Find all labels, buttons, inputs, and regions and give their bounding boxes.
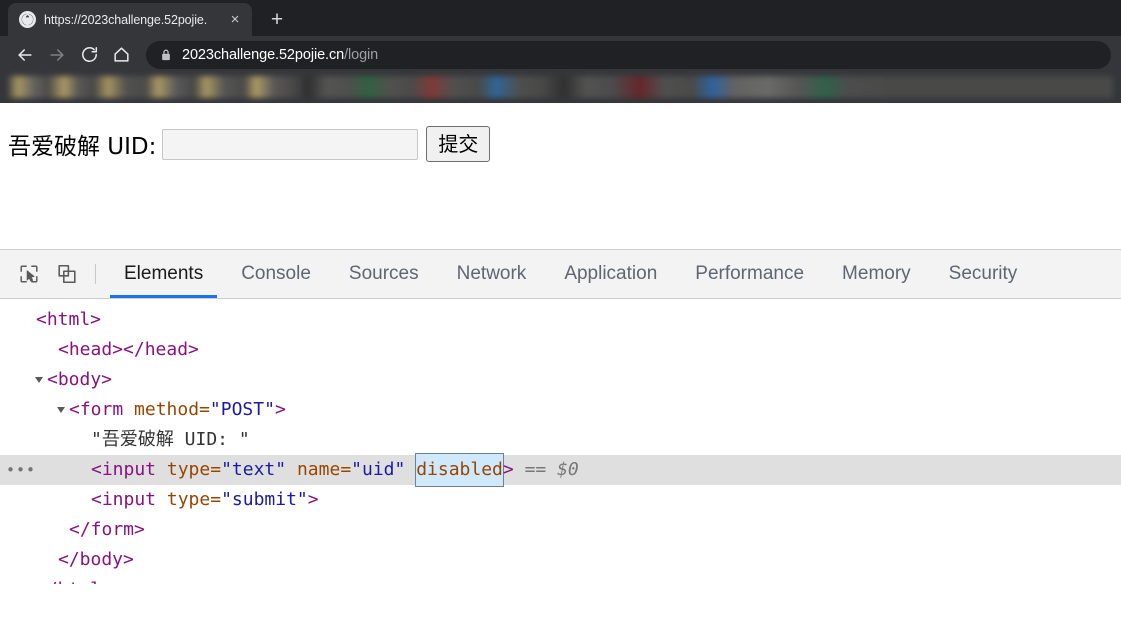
url-text: 2023challenge.52pojie.cn/login: [182, 47, 378, 63]
dom-attrval-type[interactable]: "text": [221, 455, 286, 485]
url-host: 2023challenge.52pojie.cn: [182, 46, 345, 63]
new-tab-button[interactable]: +: [262, 4, 292, 34]
bookmarks-bar[interactable]: [0, 73, 1121, 103]
dom-node-form-open[interactable]: <form method = "POST" >: [0, 395, 1121, 425]
dom-bracket-close: >: [307, 488, 319, 510]
globe-icon: [19, 11, 36, 28]
dom-attr-type[interactable]: type: [167, 455, 210, 485]
dom-bracket-close: >: [274, 398, 286, 420]
uid-form-label: 吾爱破解 UID:: [8, 134, 157, 160]
dom-attr-disabled-selected[interactable]: disabled: [415, 452, 504, 487]
dom-text-content: "吾爱破解 UID: ": [91, 428, 250, 450]
dom-tree[interactable]: <html> <head></head> <body> <form method…: [0, 298, 1121, 584]
dom-tag-input-text: <input: [91, 458, 157, 480]
page-viewport: 吾爱破解 UID: 提交: [0, 103, 1121, 250]
devtools-tabs: Elements Console Sources Network Applica…: [105, 250, 1036, 298]
dom-node-head[interactable]: <head></head>: [0, 335, 1121, 365]
chevron-down-icon[interactable]: [57, 406, 65, 413]
browser-toolbar: 2023challenge.52pojie.cn/login: [0, 36, 1121, 73]
devtools-panel: Elements Console Sources Network Applica…: [0, 250, 1121, 584]
dom-attr-name[interactable]: name: [297, 455, 340, 485]
dom-tag-head: <head></head>: [58, 338, 199, 360]
dom-tag-body: <body>: [47, 368, 113, 390]
dom-tag-form: <form: [69, 398, 124, 420]
address-bar[interactable]: 2023challenge.52pojie.cn/login: [146, 40, 1111, 69]
toolbar-divider: [95, 264, 96, 284]
dom-tag-body-close: </body>: [58, 548, 134, 570]
tab-title: https://2023challenge.52pojie.: [44, 12, 208, 27]
dom-node-html-open[interactable]: <html>: [0, 305, 1121, 335]
dom-node-body-open[interactable]: <body>: [0, 365, 1121, 395]
dom-node-textnode[interactable]: "吾爱破解 UID: ": [0, 425, 1121, 455]
inspect-element-icon[interactable]: [10, 250, 48, 298]
dom-attr-eq: =: [199, 398, 210, 420]
dom-attr-type[interactable]: type: [167, 485, 210, 515]
tab-strip: https://2023challenge.52pojie. × +: [0, 0, 1121, 36]
url-path: /login: [344, 46, 379, 63]
dom-attrval-name[interactable]: "uid": [351, 455, 405, 485]
dom-node-body-close[interactable]: </body>: [0, 545, 1121, 575]
dom-attr-method[interactable]: method: [134, 395, 199, 425]
bookmarks-blurred-content: [8, 76, 1113, 98]
uid-form: 吾爱破解 UID: 提交: [8, 119, 1113, 162]
dom-node-input-text[interactable]: ••• <input type = "text" name = "uid" di…: [0, 452, 1121, 487]
dom-node-html-close[interactable]: </html>: [0, 575, 1121, 584]
uid-input[interactable]: [162, 128, 419, 160]
dom-tag-html-close: </html>: [36, 575, 112, 584]
tab-application[interactable]: Application: [545, 250, 676, 298]
tab-sources[interactable]: Sources: [330, 250, 438, 298]
dom-tag-html: <html>: [36, 308, 102, 330]
dom-node-input-submit[interactable]: <input type = "submit" >: [0, 485, 1121, 515]
dom-attr-eq: =: [210, 488, 222, 510]
dom-tag-input-submit: <input: [91, 488, 157, 510]
dom-node-form-close[interactable]: </form>: [0, 515, 1121, 545]
tab-security[interactable]: Security: [930, 250, 1037, 298]
browser-chrome: https://2023challenge.52pojie. × + 2023c…: [0, 0, 1121, 103]
more-options-icon[interactable]: •••: [4, 455, 38, 485]
close-icon[interactable]: ×: [226, 11, 244, 29]
tab-elements[interactable]: Elements: [105, 250, 222, 298]
dom-console-ref: == $0: [524, 458, 579, 480]
back-icon[interactable]: [10, 40, 40, 70]
dom-attrval-type[interactable]: "submit": [221, 485, 308, 515]
dom-bracket-close: >: [502, 458, 514, 480]
dom-attrval-method[interactable]: "POST": [210, 395, 275, 425]
devtools-toolbar: Elements Console Sources Network Applica…: [0, 250, 1121, 299]
dom-tag-form-close: </form>: [69, 518, 145, 540]
tab-memory[interactable]: Memory: [823, 250, 930, 298]
browser-tab[interactable]: https://2023challenge.52pojie. ×: [8, 3, 252, 36]
dom-attr-eq: =: [340, 458, 352, 480]
submit-button[interactable]: 提交: [426, 126, 491, 162]
dom-attr-eq: =: [210, 458, 222, 480]
tab-network[interactable]: Network: [438, 250, 546, 298]
device-toolbar-icon[interactable]: [48, 250, 86, 298]
tab-console[interactable]: Console: [222, 250, 330, 298]
chevron-down-icon[interactable]: [35, 376, 43, 383]
home-icon[interactable]: [106, 40, 136, 70]
reload-icon[interactable]: [74, 40, 104, 70]
forward-icon[interactable]: [42, 40, 72, 70]
lock-icon: [160, 48, 172, 62]
tab-performance[interactable]: Performance: [676, 250, 823, 298]
